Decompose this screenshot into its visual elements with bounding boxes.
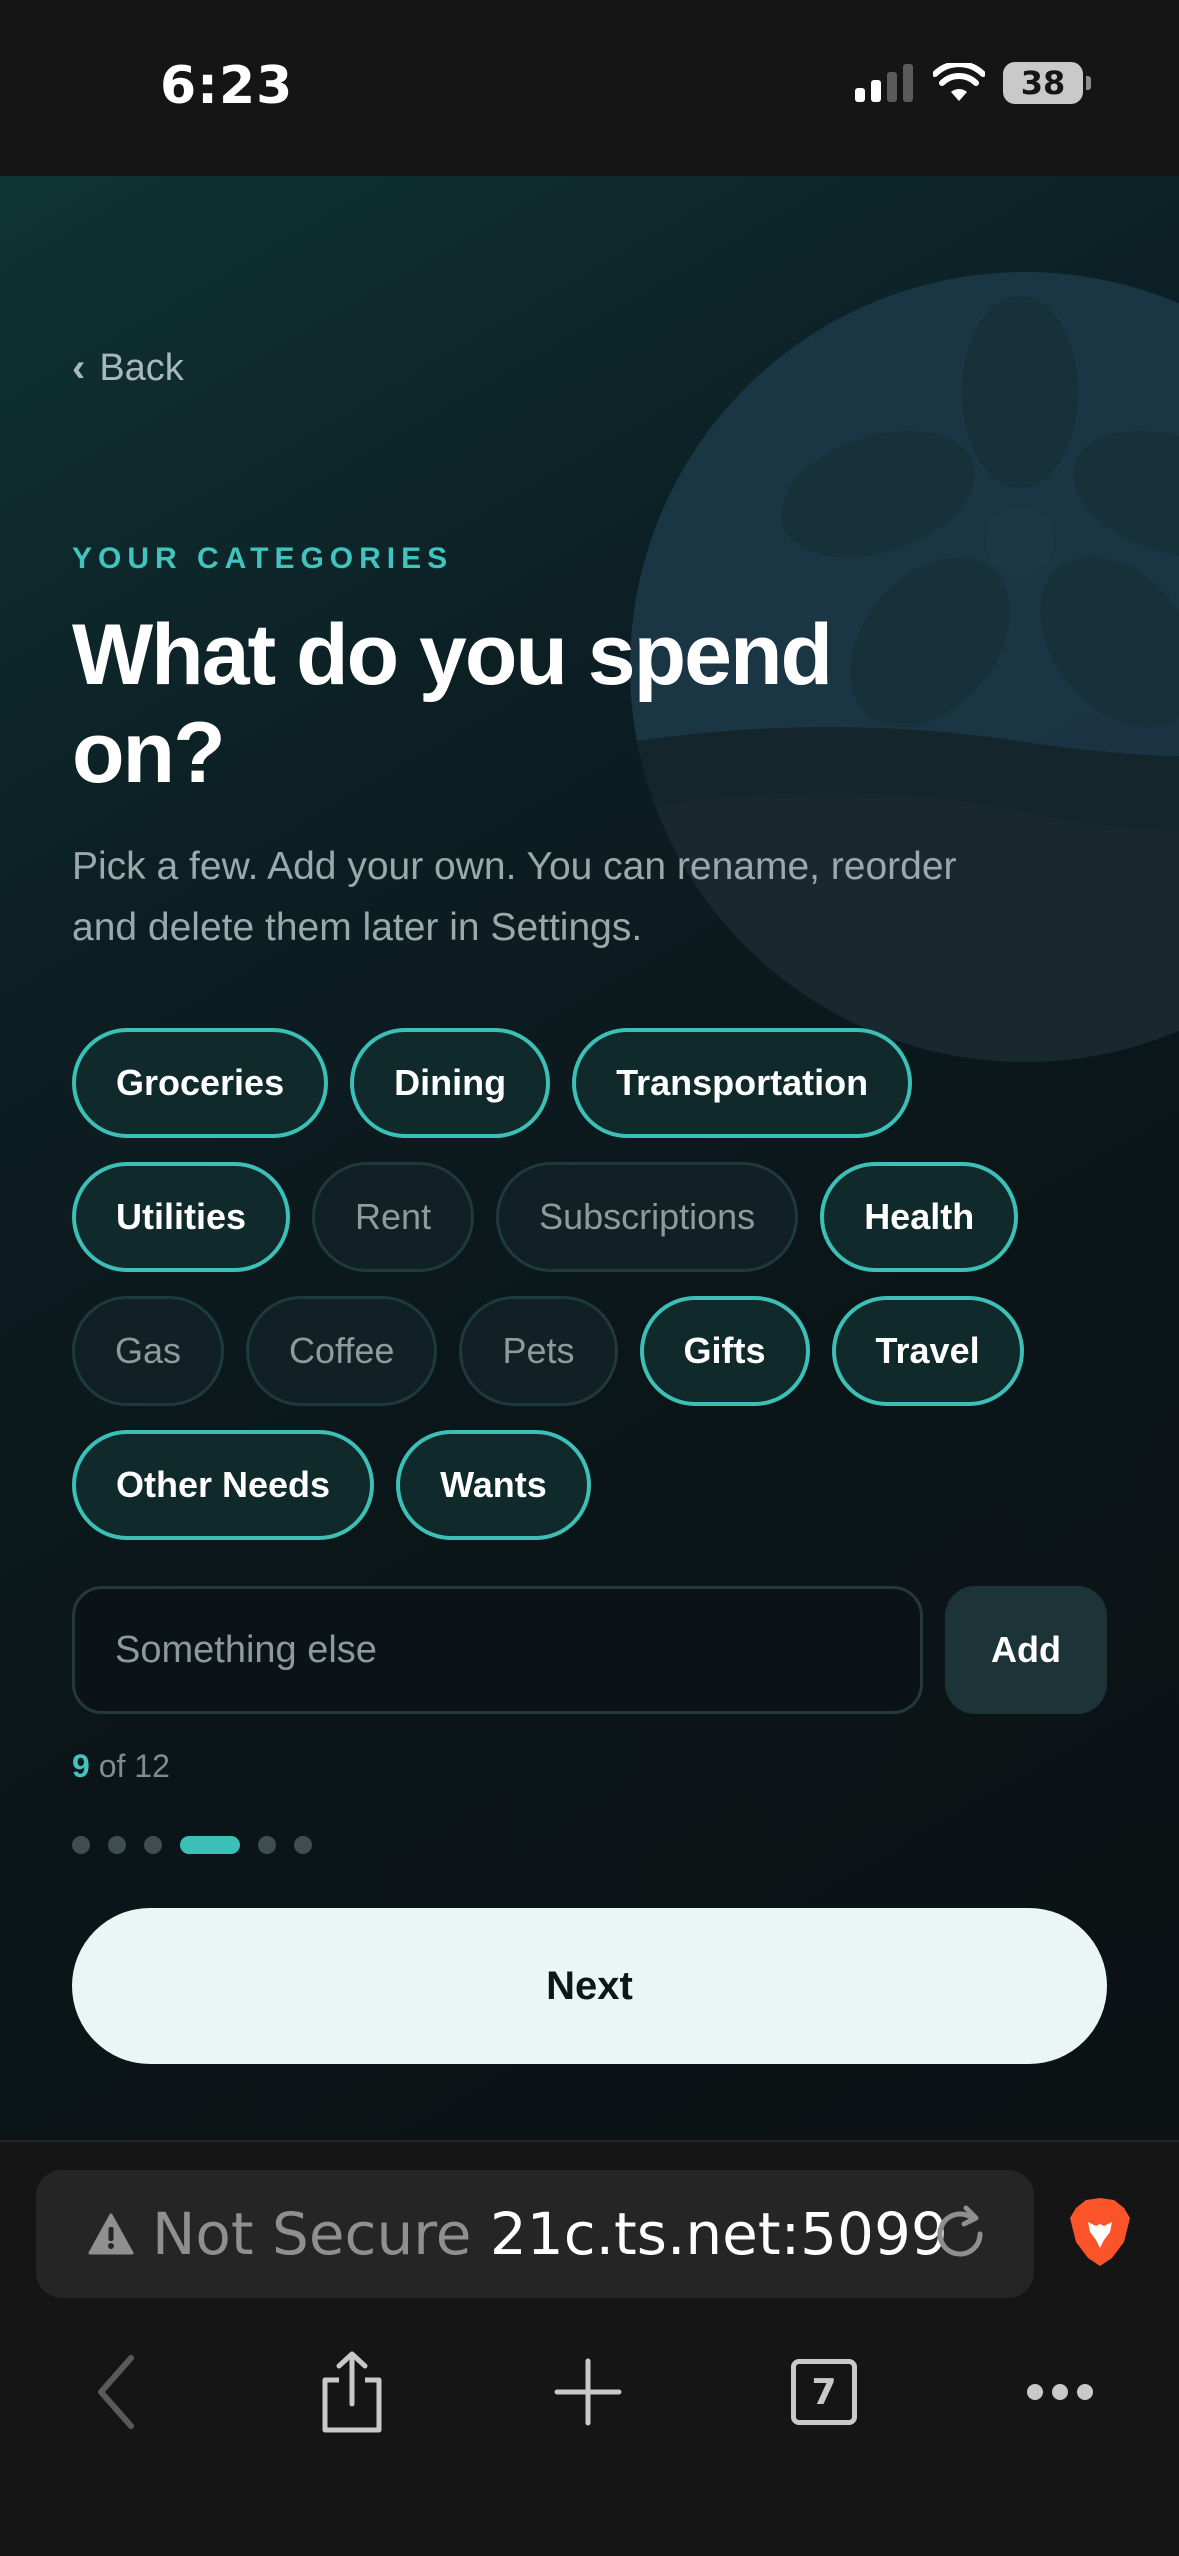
plus-icon xyxy=(554,2358,622,2426)
custom-category-input[interactable] xyxy=(72,1586,923,1714)
share-button[interactable] xyxy=(302,2342,402,2442)
url-text: Not Secure 21c.ts.net:5099 xyxy=(152,2200,948,2268)
back-button[interactable]: ‹ Back xyxy=(72,346,184,391)
progress-dot xyxy=(180,1836,240,1854)
chip-row: Groceries Dining Transportation xyxy=(72,1028,1132,1138)
more-icon xyxy=(1027,2384,1093,2400)
browser-toolbar: 7 xyxy=(0,2342,1179,2482)
next-button[interactable]: Next xyxy=(72,1908,1107,2064)
chip-pets[interactable]: Pets xyxy=(459,1296,618,1406)
selected-count: 9 xyxy=(72,1748,90,1784)
status-icons: 38 xyxy=(855,62,1091,104)
chip-utilities[interactable]: Utilities xyxy=(72,1162,291,1272)
chip-travel[interactable]: Travel xyxy=(831,1296,1024,1406)
chip-row: Other Needs Wants xyxy=(72,1430,1132,1540)
chip-coffee[interactable]: Coffee xyxy=(246,1296,438,1406)
reload-icon[interactable] xyxy=(926,2200,994,2268)
brave-lion-icon[interactable] xyxy=(1068,2196,1132,2268)
chevron-left-icon: ‹ xyxy=(72,346,86,390)
chip-row: Utilities Rent Subscriptions Health xyxy=(72,1162,1132,1272)
chip-dining[interactable]: Dining xyxy=(350,1028,551,1138)
new-tab-button[interactable] xyxy=(538,2342,638,2442)
chip-subscriptions[interactable]: Subscriptions xyxy=(496,1162,799,1272)
section-eyebrow: YOUR CATEGORIES xyxy=(72,542,454,575)
progress-dot xyxy=(108,1836,126,1854)
security-label: Not Secure xyxy=(152,2200,472,2268)
chip-wants[interactable]: Wants xyxy=(396,1430,591,1540)
total-count: of 12 xyxy=(98,1748,170,1784)
url-host: 21c.ts.net:5099 xyxy=(489,2200,948,2268)
selection-counter: 9 of 12 xyxy=(72,1748,170,1785)
share-icon xyxy=(322,2351,382,2433)
onboarding-screen: ‹ Back YOUR CATEGORIES What do you spend… xyxy=(0,176,1179,2140)
progress-dot xyxy=(144,1836,162,1854)
page-title: What do you spend on? xyxy=(72,607,833,801)
address-bar[interactable]: Not Secure 21c.ts.net:5099 xyxy=(36,2170,1034,2298)
add-button[interactable]: Add xyxy=(945,1586,1107,1714)
progress-dot xyxy=(72,1836,90,1854)
back-label: Back xyxy=(99,347,184,389)
progress-dot xyxy=(258,1836,276,1854)
chevron-left-icon xyxy=(98,2355,134,2429)
signal-icon xyxy=(855,64,913,102)
custom-category-row: Add xyxy=(72,1586,1107,1714)
chip-gas[interactable]: Gas xyxy=(72,1296,225,1406)
chip-rent[interactable]: Rent xyxy=(312,1162,475,1272)
wifi-icon xyxy=(933,63,985,101)
chip-row: Gas Coffee Pets Gifts Travel xyxy=(72,1296,1132,1406)
battery-level: 38 xyxy=(1020,64,1066,102)
category-chips: Groceries Dining Transportation Utilitie… xyxy=(72,1028,1132,1564)
chip-gifts[interactable]: Gifts xyxy=(639,1296,810,1406)
browser-back-button[interactable] xyxy=(66,2342,166,2442)
progress-dots xyxy=(72,1836,312,1854)
browser-chrome: Not Secure 21c.ts.net:5099 7 xyxy=(0,2140,1179,2556)
status-bar: 6:23 38 xyxy=(0,0,1179,176)
more-menu-button[interactable] xyxy=(1010,2342,1110,2442)
chip-health[interactable]: Health xyxy=(820,1162,1019,1272)
progress-dot xyxy=(294,1836,312,1854)
chip-transportation[interactable]: Transportation xyxy=(572,1028,913,1138)
tab-count: 7 xyxy=(791,2359,857,2425)
page-subtitle: Pick a few. Add your own. You can rename… xyxy=(72,845,957,949)
tabs-button[interactable]: 7 xyxy=(774,2342,874,2442)
battery-icon: 38 xyxy=(1003,62,1091,104)
warning-icon xyxy=(88,2213,134,2255)
chip-groceries[interactable]: Groceries xyxy=(72,1028,329,1138)
status-time: 6:23 xyxy=(160,56,294,116)
chip-other-needs[interactable]: Other Needs xyxy=(72,1430,375,1540)
